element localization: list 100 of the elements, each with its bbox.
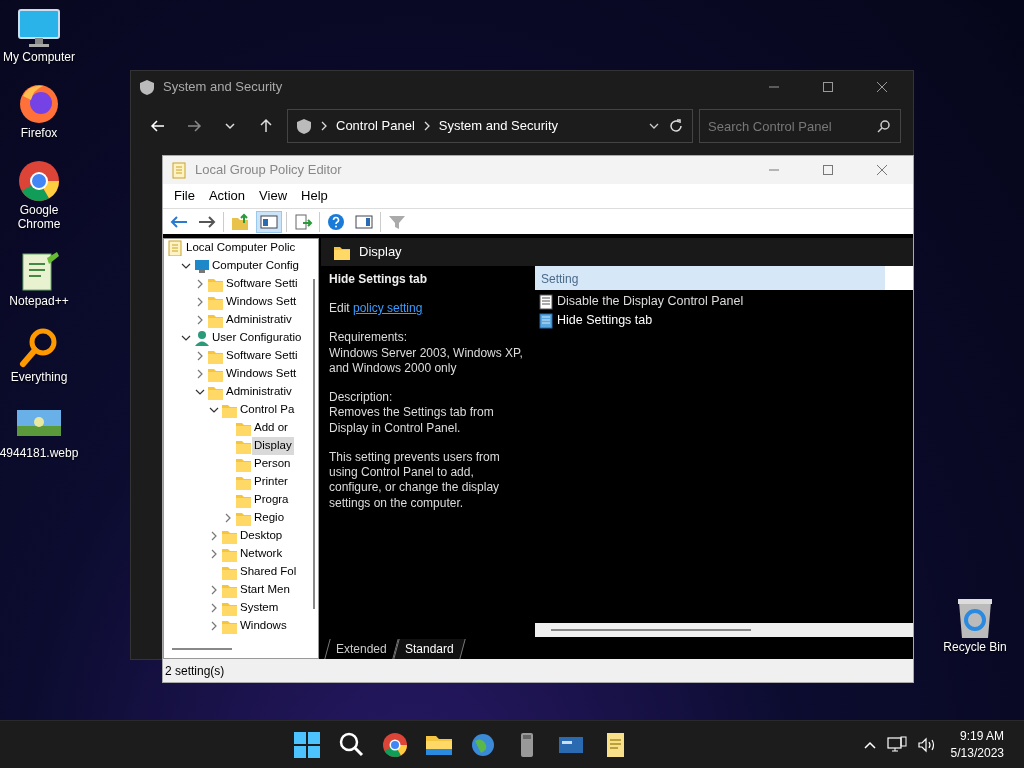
maximize-icon: [823, 165, 833, 175]
search-field[interactable]: Search Control Panel: [699, 109, 901, 143]
expand-icon[interactable]: [223, 513, 233, 523]
chevron-up-icon[interactable]: [862, 739, 877, 750]
expand-icon[interactable]: [209, 585, 219, 595]
collapse-icon[interactable]: [209, 405, 219, 415]
tree-item[interactable]: Add or: [252, 419, 290, 437]
expand-icon[interactable]: [195, 297, 205, 307]
refresh-icon[interactable]: [668, 118, 684, 134]
collapse-icon[interactable]: [195, 387, 205, 397]
expand-icon[interactable]: [195, 279, 205, 289]
tree-item[interactable]: Start Men: [238, 581, 292, 599]
folder-icon: [207, 276, 223, 292]
close-icon: [877, 165, 887, 175]
clock[interactable]: 9:19 AM 5/13/2023: [946, 727, 1008, 762]
tree-item[interactable]: Software Setti: [224, 275, 300, 293]
folder-icon: [221, 402, 237, 418]
setting-item[interactable]: Hide Settings tab: [557, 311, 653, 330]
breadcrumb-item[interactable]: System and Security: [438, 116, 558, 136]
tree-item[interactable]: Progra: [252, 491, 291, 509]
network-icon[interactable]: [886, 735, 907, 754]
folder-icon: [221, 546, 237, 562]
folder-icon: [235, 456, 251, 472]
chevron-icon: [320, 121, 328, 131]
breadcrumb-item[interactable]: Control Panel: [336, 116, 415, 136]
column-header[interactable]: Setting: [535, 266, 885, 290]
desktop-icon-label[interactable]: Notepad++: [9, 293, 69, 308]
menu-item[interactable]: Help: [294, 184, 335, 208]
policy-setting-link[interactable]: policy setting: [353, 301, 423, 316]
setting-item[interactable]: Disable the Display Control Panel: [557, 292, 744, 311]
menu-item[interactable]: File: [167, 184, 202, 208]
scrollbar-thumb[interactable]: [313, 279, 315, 609]
shield-icon: [139, 78, 155, 96]
tree-item[interactable]: Administrativ: [224, 383, 294, 401]
folder-icon: [207, 384, 223, 400]
tree-item[interactable]: Display: [252, 437, 294, 455]
edit-text: Edit policy setting: [329, 301, 424, 317]
folder-icon: [221, 600, 237, 616]
folder-icon: [207, 312, 223, 328]
expand-icon[interactable]: [195, 351, 205, 361]
expand-icon[interactable]: [209, 621, 219, 631]
tree-item[interactable]: Shared Fol: [238, 563, 299, 581]
recycle-bin-icon[interactable]: [955, 596, 995, 640]
expand-icon[interactable]: [195, 369, 205, 379]
desktop-icon-label[interactable]: My Computer: [3, 50, 75, 65]
tree-item[interactable]: Person: [252, 455, 293, 473]
expand-icon[interactable]: [209, 531, 219, 541]
forward-arrow-icon: [186, 118, 202, 134]
desktop-icon-label[interactable]: Recycle Bin: [943, 640, 1007, 655]
document-icon: [539, 312, 553, 329]
tree-item[interactable]: Desktop: [238, 527, 285, 545]
tree-item[interactable]: Local Computer Polic: [184, 239, 298, 257]
pane-toggle-button[interactable]: [256, 210, 282, 233]
maximize-icon: [823, 82, 833, 92]
folder-icon: [235, 420, 251, 436]
monitor-icon[interactable]: [17, 6, 61, 50]
tree-item[interactable]: Windows Sett: [224, 293, 299, 311]
desktop-icon-label[interactable]: Everything: [10, 369, 68, 385]
tree-item[interactable]: Computer Config: [210, 257, 301, 275]
expand-icon[interactable]: [209, 549, 219, 559]
export-list-icon: [293, 212, 313, 231]
monitor-icon: [193, 258, 209, 274]
folder-icon: [221, 582, 237, 598]
chevron-icon: [422, 121, 431, 131]
close-icon: [877, 82, 887, 92]
expand-icon[interactable]: [209, 603, 219, 613]
chrome-icon[interactable]: [17, 158, 61, 203]
tree-item[interactable]: Regio: [252, 509, 287, 527]
collapse-icon[interactable]: [181, 261, 191, 271]
folder-icon: [235, 510, 251, 526]
folder-icon: [221, 618, 237, 634]
description-text: This setting prevents users from using Control Panel to add, configure, or change the display settings on the computer.: [329, 449, 501, 511]
help-icon: [326, 212, 346, 231]
expand-icon[interactable]: [195, 315, 205, 325]
minimize-icon: [769, 169, 779, 171]
tree-item[interactable]: Software Setti: [224, 347, 300, 365]
folder-icon: [235, 438, 251, 454]
desktop-icon-label[interactable]: 4944181.webp: [0, 446, 79, 461]
view-tab[interactable]: Standard: [393, 639, 466, 659]
tree-item[interactable]: Windows: [238, 617, 289, 635]
volume-icon[interactable]: [916, 735, 937, 754]
tree-item[interactable]: System: [238, 599, 281, 617]
tree-item[interactable]: Administrativ: [224, 311, 294, 329]
up-arrow-icon: [258, 118, 274, 134]
tree-item[interactable]: Network: [238, 545, 285, 563]
tree-item[interactable]: User Configuratio: [210, 329, 304, 347]
tree-item[interactable]: Printer: [252, 473, 290, 491]
menu-item[interactable]: Action: [201, 184, 253, 208]
tree-item[interactable]: Windows Sett: [224, 365, 299, 383]
scrollbar-thumb[interactable]: [172, 648, 232, 650]
scrollbar[interactable]: [535, 623, 913, 637]
description-text: Requirements: Windows Server 2003, Windows XP, and Windows 2000 only: [329, 330, 524, 377]
desktop-icon-label[interactable]: Firefox: [20, 126, 58, 141]
menu-item[interactable]: View: [252, 184, 295, 208]
shield-icon: [296, 117, 312, 135]
address-bar[interactable]: Control Panel System and Security: [287, 109, 693, 143]
desktop-icon-label[interactable]: Google Chrome: [0, 202, 78, 232]
collapse-icon[interactable]: [181, 333, 191, 343]
minimize-icon: [769, 86, 779, 88]
tree-item[interactable]: Control Pa: [238, 401, 297, 419]
